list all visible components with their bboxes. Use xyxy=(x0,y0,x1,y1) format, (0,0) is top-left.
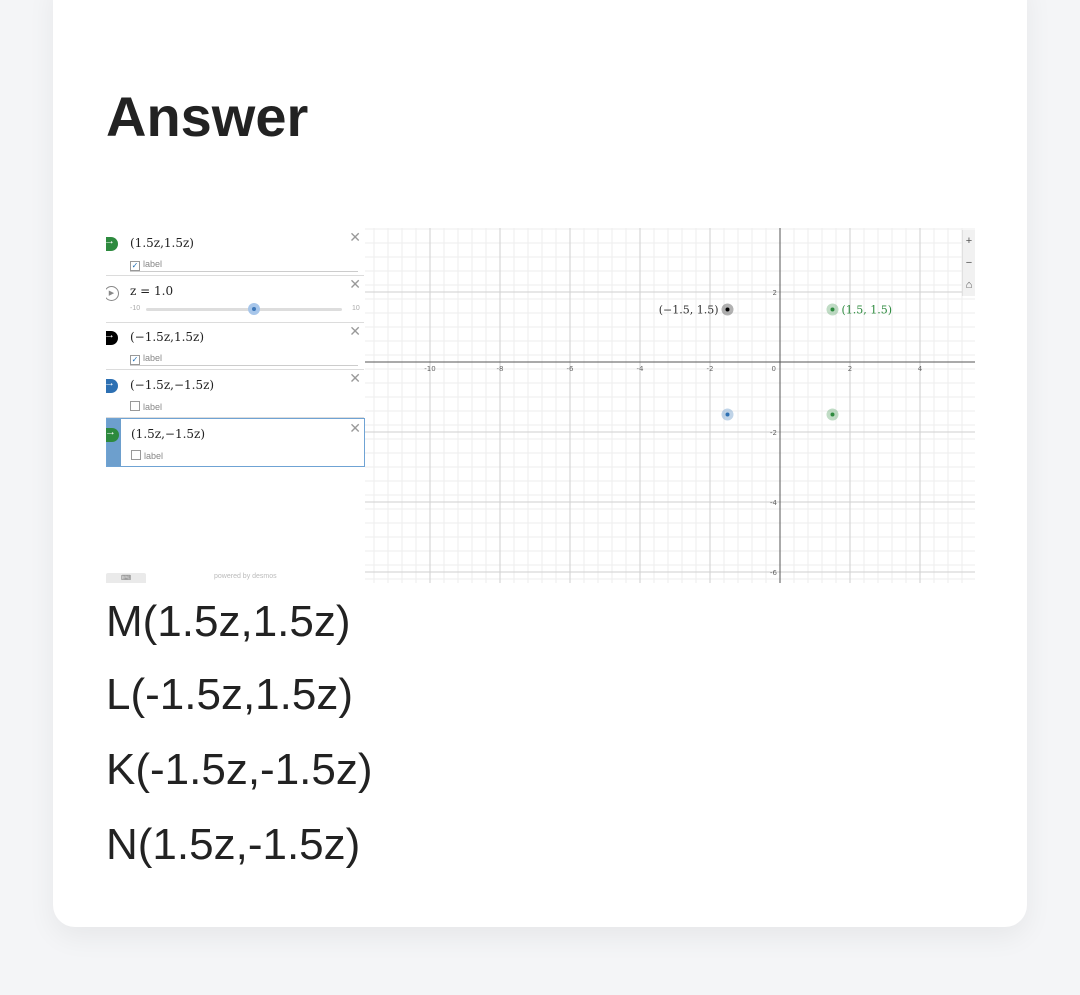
zoom-controls: + − ⌂ xyxy=(962,230,975,296)
home-button[interactable]: ⌂ xyxy=(963,274,975,296)
expression-list: (1.5z,1.5z) ✓label ✕ ▶ z = 1.0 -10 10 ✕ … xyxy=(106,228,365,583)
zoom-in-button[interactable]: + xyxy=(963,230,975,252)
point-label: (−1.5, 1.5) xyxy=(659,304,719,317)
close-icon[interactable]: ✕ xyxy=(349,323,361,340)
answer-heading: Answer xyxy=(106,85,309,148)
point-marker xyxy=(830,412,835,417)
label-toggle[interactable]: ✓ label xyxy=(130,259,162,271)
y-tick-label: 2 xyxy=(773,289,777,297)
x-tick-label: -10 xyxy=(424,365,435,373)
point-color-icon[interactable] xyxy=(106,377,118,393)
point-color-icon[interactable] xyxy=(106,329,118,345)
close-icon[interactable]: ✕ xyxy=(349,370,361,387)
expression-text[interactable]: (1.5z,1.5z) xyxy=(130,236,194,250)
y-tick-label: -2 xyxy=(770,429,777,437)
x-tick-label: -4 xyxy=(637,365,645,373)
checkbox-icon[interactable] xyxy=(130,401,140,411)
expression-text[interactable]: (1.5z,−1.5z) xyxy=(131,427,205,441)
expression-text[interactable]: z = 1.0 xyxy=(130,284,173,298)
expression-item[interactable]: (1.5z,1.5z) ✓label ✕ xyxy=(106,228,364,276)
desmos-credit: powered by desmos xyxy=(214,573,277,580)
answer-line: L(-1.5z,1.5z) xyxy=(106,670,353,719)
slider-max: 10 xyxy=(352,305,360,312)
label-input-line xyxy=(130,271,358,272)
graph-canvas[interactable]: -12 -10 -8 -6 -4 -2 0 2 4 2 -2 -4 -6 (−1.5, 1.5) (1.5,… xyxy=(365,228,975,583)
label-input-line xyxy=(130,365,358,366)
label-toggle[interactable]: ✓ label xyxy=(130,353,162,365)
zoom-out-button[interactable]: − xyxy=(963,252,975,274)
slider-knob[interactable] xyxy=(247,303,260,315)
desmos-screenshot: (1.5z,1.5z) ✓label ✕ ▶ z = 1.0 -10 10 ✕ … xyxy=(106,228,975,583)
point-marker xyxy=(725,307,730,312)
x-tick-label: 2 xyxy=(848,365,852,373)
point-label: (1.5, 1.5) xyxy=(842,304,893,317)
expression-text[interactable]: (−1.5z,1.5z) xyxy=(130,330,204,344)
expression-item[interactable]: (−1.5z,−1.5z) label ✕ xyxy=(106,369,364,418)
y-tick-label: -6 xyxy=(770,569,778,577)
slider-track[interactable] xyxy=(146,308,342,311)
expression-item-selected[interactable]: (1.5z,−1.5z) label ✕ xyxy=(106,418,365,467)
x-tick-label: -6 xyxy=(567,365,575,373)
x-tick-label: 4 xyxy=(918,365,923,373)
answer-line: K(-1.5z,-1.5z) xyxy=(106,745,373,794)
close-icon[interactable]: ✕ xyxy=(349,229,361,246)
x-tick-label: -2 xyxy=(707,365,714,373)
x-tick-label: 0 xyxy=(772,365,776,373)
checkbox-checked-icon[interactable]: ✓ xyxy=(130,355,140,365)
play-icon[interactable]: ▶ xyxy=(106,286,119,301)
expression-text[interactable]: (−1.5z,−1.5z) xyxy=(130,378,214,392)
label-toggle[interactable]: label xyxy=(131,450,163,461)
point-marker xyxy=(725,412,730,417)
close-icon[interactable]: ✕ xyxy=(349,276,361,293)
answer-line: N(1.5z,-1.5z) xyxy=(106,820,361,869)
point-marker xyxy=(830,307,835,312)
y-tick-label: -4 xyxy=(770,499,778,507)
slider-min: -10 xyxy=(130,305,141,312)
x-tick-label: -12 xyxy=(365,365,366,373)
expression-item[interactable]: (−1.5z,1.5z) ✓label ✕ xyxy=(106,322,364,370)
label-toggle[interactable]: label xyxy=(130,401,162,412)
close-icon[interactable]: ✕ xyxy=(349,420,361,437)
point-color-icon[interactable] xyxy=(106,235,118,251)
expression-item-slider[interactable]: ▶ z = 1.0 -10 10 ✕ xyxy=(106,275,364,323)
checkbox-checked-icon[interactable]: ✓ xyxy=(130,261,140,271)
keyboard-icon[interactable]: ⌨ xyxy=(106,573,146,583)
answer-line: M(1.5z,1.5z) xyxy=(106,597,351,646)
checkbox-icon[interactable] xyxy=(131,450,141,460)
x-tick-label: -8 xyxy=(497,365,504,373)
